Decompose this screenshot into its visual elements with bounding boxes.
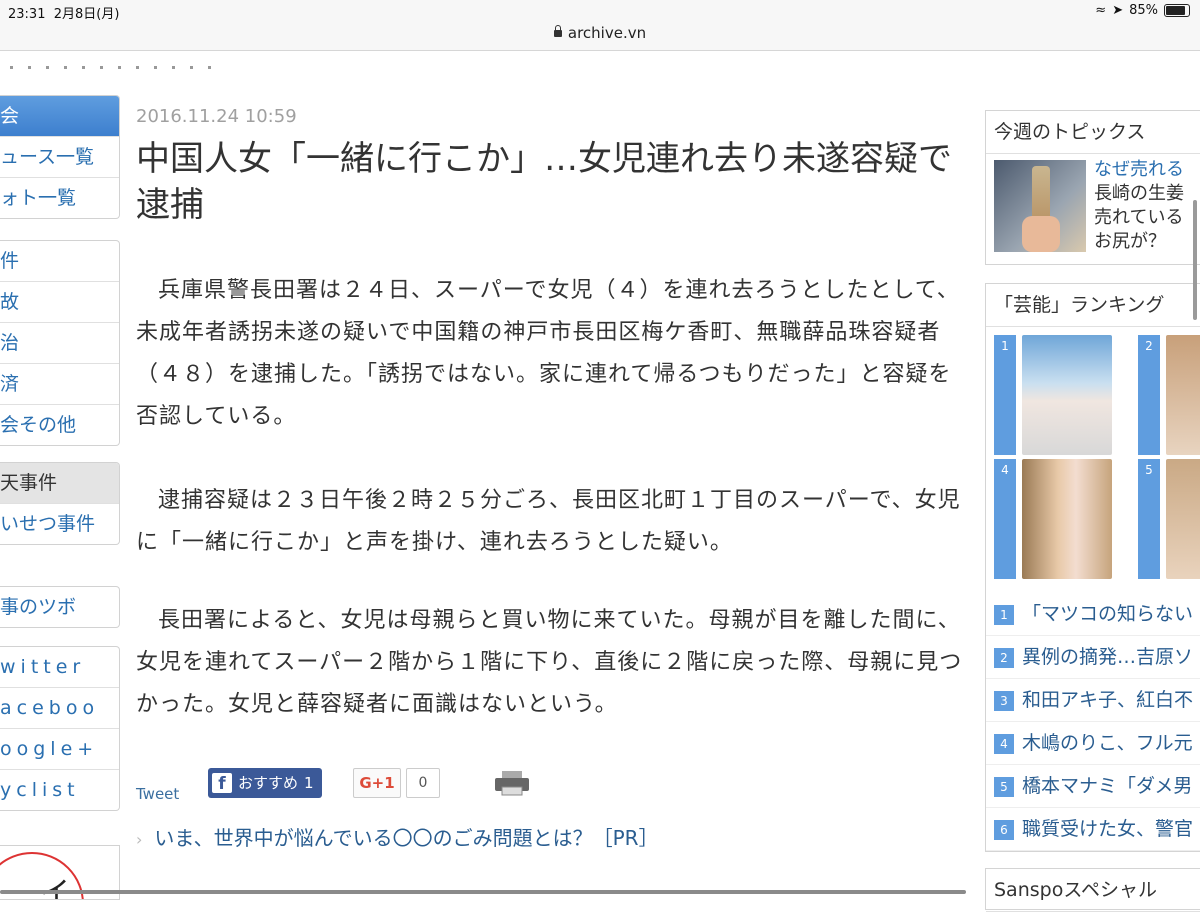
nav-item[interactable]: 会その他 [0, 405, 119, 445]
google-plus-button[interactable]: G+1 [353, 768, 401, 798]
nav-item[interactable]: witter [0, 647, 119, 688]
nav-group-categories: 件故治済会その他 [0, 240, 120, 446]
rank-title: 橋本マナミ「ダメ男 [1022, 775, 1193, 797]
nav-group-categories-wrap: 件故治済会その他 [0, 240, 120, 446]
ranking-box: 「芸能」ランキング 1 2 4 5 1 「マツコの知らない 2 異例の摘発…吉原ソ 3 和… [985, 283, 1200, 852]
nav-item[interactable]: 治 [0, 323, 119, 364]
ranking-list: 1 「マツコの知らない 2 異例の摘発…吉原ソ 3 和田アキ子、紅白不 4 木嶋のりこ、フル元… [986, 593, 1200, 851]
nav-item[interactable]: 事のツボ [0, 587, 119, 627]
nav-item[interactable]: いせつ事件 [0, 504, 119, 544]
facebook-label: おすすめ [238, 774, 299, 792]
nav-group-social-wrap: witter aceboo oogle+ yclist [0, 646, 120, 811]
facebook-icon: f [212, 773, 232, 794]
nav-item[interactable]: 会 [0, 96, 119, 137]
article-date: 2016.11.24 10:59 [136, 106, 297, 127]
rank-number: 2 [994, 647, 1014, 668]
rank-number: 6 [994, 819, 1014, 840]
status-right: ≈ ➤ 85% [1095, 3, 1190, 18]
nav-item[interactable]: 済 [0, 364, 119, 405]
nav-item[interactable]: ォト一覧 [0, 178, 119, 218]
nav-group-incidents-wrap: 天事件 いせつ事件 [0, 462, 120, 545]
nav-item[interactable]: aceboo [0, 688, 119, 729]
progress-dots [0, 66, 220, 70]
vertical-scrollbar[interactable] [1193, 200, 1197, 320]
topics-heading: 今週のトピックス [986, 111, 1200, 154]
print-icon[interactable] [494, 770, 530, 796]
facebook-recommend-button[interactable]: f おすすめ 1 [208, 768, 322, 798]
facebook-count: 1 [304, 774, 314, 792]
ranking-images: 1 2 4 5 [986, 327, 1200, 593]
rank-title: 異例の摘発…吉原ソ [1022, 646, 1194, 668]
nav-item[interactable]: ュース一覧 [0, 137, 119, 178]
address-bar[interactable]: archive.vn [0, 22, 1200, 69]
article-title: 中国人女「一緒に行こか」…女児連れ去り未遂容疑で逮捕 [136, 139, 952, 225]
pr-link[interactable]: › いま、世界中が悩んでいる〇〇のごみ問題とは？［PR］ [136, 822, 966, 851]
topic-text: なぜ売れる 長崎の生姜 売れている お尻が？ [1094, 159, 1184, 252]
tweet-button[interactable]: Tweet [136, 785, 179, 803]
wifi-icon: ≈ [1095, 3, 1107, 18]
ranking-item[interactable]: 2 異例の摘発…吉原ソ [986, 636, 1200, 679]
rank-number: 3 [994, 690, 1014, 711]
nav-group-social: witter aceboo oogle+ yclist [0, 646, 120, 811]
rank-title: 「マツコの知らない [1022, 603, 1194, 625]
chevron-right-icon: › [136, 830, 143, 849]
nav-item[interactable]: 件 [0, 241, 119, 282]
nav-item[interactable]: yclist [0, 770, 119, 810]
nav-item[interactable]: 故 [0, 282, 119, 323]
topic-item[interactable]: なぜ売れる 長崎の生姜 売れている お尻が？ [986, 154, 1200, 264]
nav-group-incidents: 天事件 いせつ事件 [0, 462, 120, 545]
ranking-image-4[interactable]: 4 [994, 459, 1134, 579]
rank-number: 1 [994, 604, 1014, 625]
banner-text: イ [40, 876, 70, 900]
nav-item[interactable]: 天事件 [0, 463, 119, 504]
horizontal-scrollbar[interactable] [0, 890, 966, 894]
ranking-item[interactable]: 6 職質受けた女、警官 [986, 808, 1200, 851]
battery-percent: 85% [1129, 3, 1158, 18]
ranking-item[interactable]: 1 「マツコの知らない [986, 593, 1200, 636]
nav-group-tips-wrap: 事のツボ [0, 586, 120, 628]
ranking-image-2[interactable]: 2 [1138, 335, 1200, 455]
pr-link-text: いま、世界中が悩んでいる〇〇のごみ問題とは？［PR］ [154, 826, 659, 850]
ranking-image-1[interactable]: 1 [994, 335, 1134, 455]
google-plus-count: 0 [406, 768, 440, 798]
topic-thumbnail [994, 160, 1086, 252]
lock-icon [553, 25, 562, 37]
rank-number: 5 [994, 776, 1014, 797]
url-text: archive.vn [567, 24, 647, 42]
ranking-item[interactable]: 3 和田アキ子、紅白不 [986, 679, 1200, 722]
ranking-item[interactable]: 5 橋本マナミ「ダメ男 [986, 765, 1200, 808]
rank-title: 職質受けた女、警官 [1022, 818, 1194, 840]
ranking-image-5[interactable]: 5 [1138, 459, 1200, 579]
nav-item[interactable]: oogle+ [0, 729, 119, 770]
right-column: 今週のトピックス なぜ売れる 長崎の生姜 売れている お尻が？ 「芸能」ランキン… [985, 110, 1200, 912]
nav-group-tips: 事のツボ [0, 586, 120, 628]
article-paragraph-2: 逮捕容疑は２３日午後２時２５分ごろ、長田区北町１丁目のスーパーで、女児に「一緒に… [136, 488, 961, 555]
topics-box: 今週のトピックス なぜ売れる 長崎の生姜 売れている お尻が？ [985, 110, 1200, 265]
location-icon: ➤ [1112, 3, 1124, 18]
rank-title: 和田アキ子、紅白不 [1022, 689, 1194, 711]
rank-title: 木嶋のりこ、フル元 [1022, 732, 1193, 754]
battery-icon [1164, 4, 1190, 17]
status-bar: 23:31 2月8日(月) ≈ ➤ 85% [0, 0, 1200, 22]
rank-number: 4 [994, 733, 1014, 754]
left-nav: 会ュース一覧 ォト一覧 [0, 95, 120, 219]
special-heading: Sanspoスペシャル [986, 869, 1200, 912]
ranking-heading: 「芸能」ランキング [986, 284, 1200, 327]
special-box: Sanspoスペシャル [985, 868, 1200, 912]
ranking-item[interactable]: 4 木嶋のりこ、フル元 [986, 722, 1200, 765]
article-paragraph-1: 兵庫県警長田署は２４日、スーパーで女児（４）を連れ去ろうとしたとして、未成年者誘… [136, 278, 960, 429]
status-time: 23:31 2月8日(月) [8, 7, 120, 22]
article-paragraph-3: 長田署によると、女児は母親らと買い物に来ていた。母親が目を離した間に、女児を連れ… [136, 608, 963, 717]
share-bar: Tweet f おすすめ 1 G+1 0 [136, 765, 966, 805]
nav-group-society: 会ュース一覧 ォト一覧 [0, 95, 120, 219]
